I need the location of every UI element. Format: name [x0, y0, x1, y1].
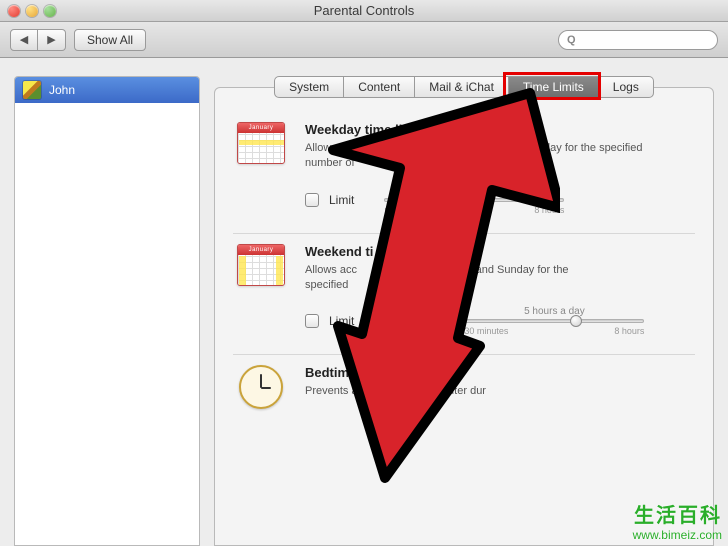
- weekday-desc: Allows access to this c ay through Frida…: [305, 141, 665, 171]
- tab-mail-ichat[interactable]: Mail & iChat: [415, 76, 509, 98]
- section-bedtime: Bedtime Prevents access to this computer…: [233, 355, 695, 427]
- calendar-icon: January: [233, 122, 289, 215]
- weekday-limit-label: Limit: [329, 193, 354, 207]
- weekday-slider[interactable]: 3 hours a day nutes8 hours: [384, 185, 564, 215]
- settings-panel: January Weekday time limits Allows acces…: [214, 87, 714, 546]
- tab-system[interactable]: System: [274, 76, 344, 98]
- watermark: 生活百科 www.bimeiz.com: [633, 499, 722, 542]
- zoom-button[interactable]: [44, 5, 56, 17]
- weekend-limit-label: Limit puter use to:: [329, 314, 434, 328]
- close-button[interactable]: [8, 5, 20, 17]
- main-panel: System Content Mail & iChat Time Limits …: [214, 76, 714, 546]
- weekday-limit-checkbox[interactable]: [305, 193, 319, 207]
- toolbar: ◀ ▶ Show All Q: [0, 22, 728, 58]
- avatar: [23, 81, 41, 99]
- calendar-icon: January: [233, 244, 289, 337]
- tab-bar: System Content Mail & iChat Time Limits …: [214, 76, 714, 98]
- show-all-button[interactable]: Show All: [74, 29, 146, 51]
- bedtime-desc: Prevents access to this computer dur: [305, 384, 665, 399]
- sidebar: John: [14, 76, 200, 546]
- content: John System Content Mail & iChat Time Li…: [0, 58, 728, 546]
- titlebar: Parental Controls: [0, 0, 728, 22]
- search-field[interactable]: Q: [558, 30, 718, 50]
- nav-buttons: ◀ ▶: [10, 29, 66, 51]
- user-name: John: [49, 83, 75, 97]
- bedtime-title: Bedtime: [305, 365, 695, 380]
- section-weekday: January Weekday time limits Allows acces…: [233, 112, 695, 234]
- weekday-title: Weekday time limits: [305, 122, 695, 137]
- user-row[interactable]: John: [15, 77, 199, 103]
- forward-button[interactable]: ▶: [38, 29, 66, 51]
- tab-content[interactable]: Content: [344, 76, 415, 98]
- tab-logs[interactable]: Logs: [599, 76, 654, 98]
- search-input[interactable]: [580, 34, 709, 46]
- minimize-button[interactable]: [26, 5, 38, 17]
- weekday-limit-row: Limit 3 hours a day nutes8 hours: [305, 185, 695, 215]
- weekend-limit-row: Limit puter use to: 5 hours a day 30 min…: [305, 306, 695, 336]
- section-weekend: January Weekend ti Allows acc comput rda…: [233, 234, 695, 356]
- weekend-title: Weekend ti: [305, 244, 695, 259]
- search-icon: Q: [567, 34, 576, 46]
- tab-time-limits[interactable]: Time Limits: [509, 76, 599, 98]
- user-list[interactable]: John: [14, 76, 200, 546]
- window-title: Parental Controls: [0, 3, 728, 18]
- back-button[interactable]: ◀: [10, 29, 38, 51]
- traffic-lights: [8, 5, 56, 17]
- weekend-slider[interactable]: 5 hours a day 30 minutes8 hours: [464, 306, 644, 336]
- weekend-limit-checkbox[interactable]: [305, 314, 319, 328]
- clock-icon: [233, 365, 289, 409]
- weekend-desc: Allows acc comput rday and Sunday for th…: [305, 263, 665, 293]
